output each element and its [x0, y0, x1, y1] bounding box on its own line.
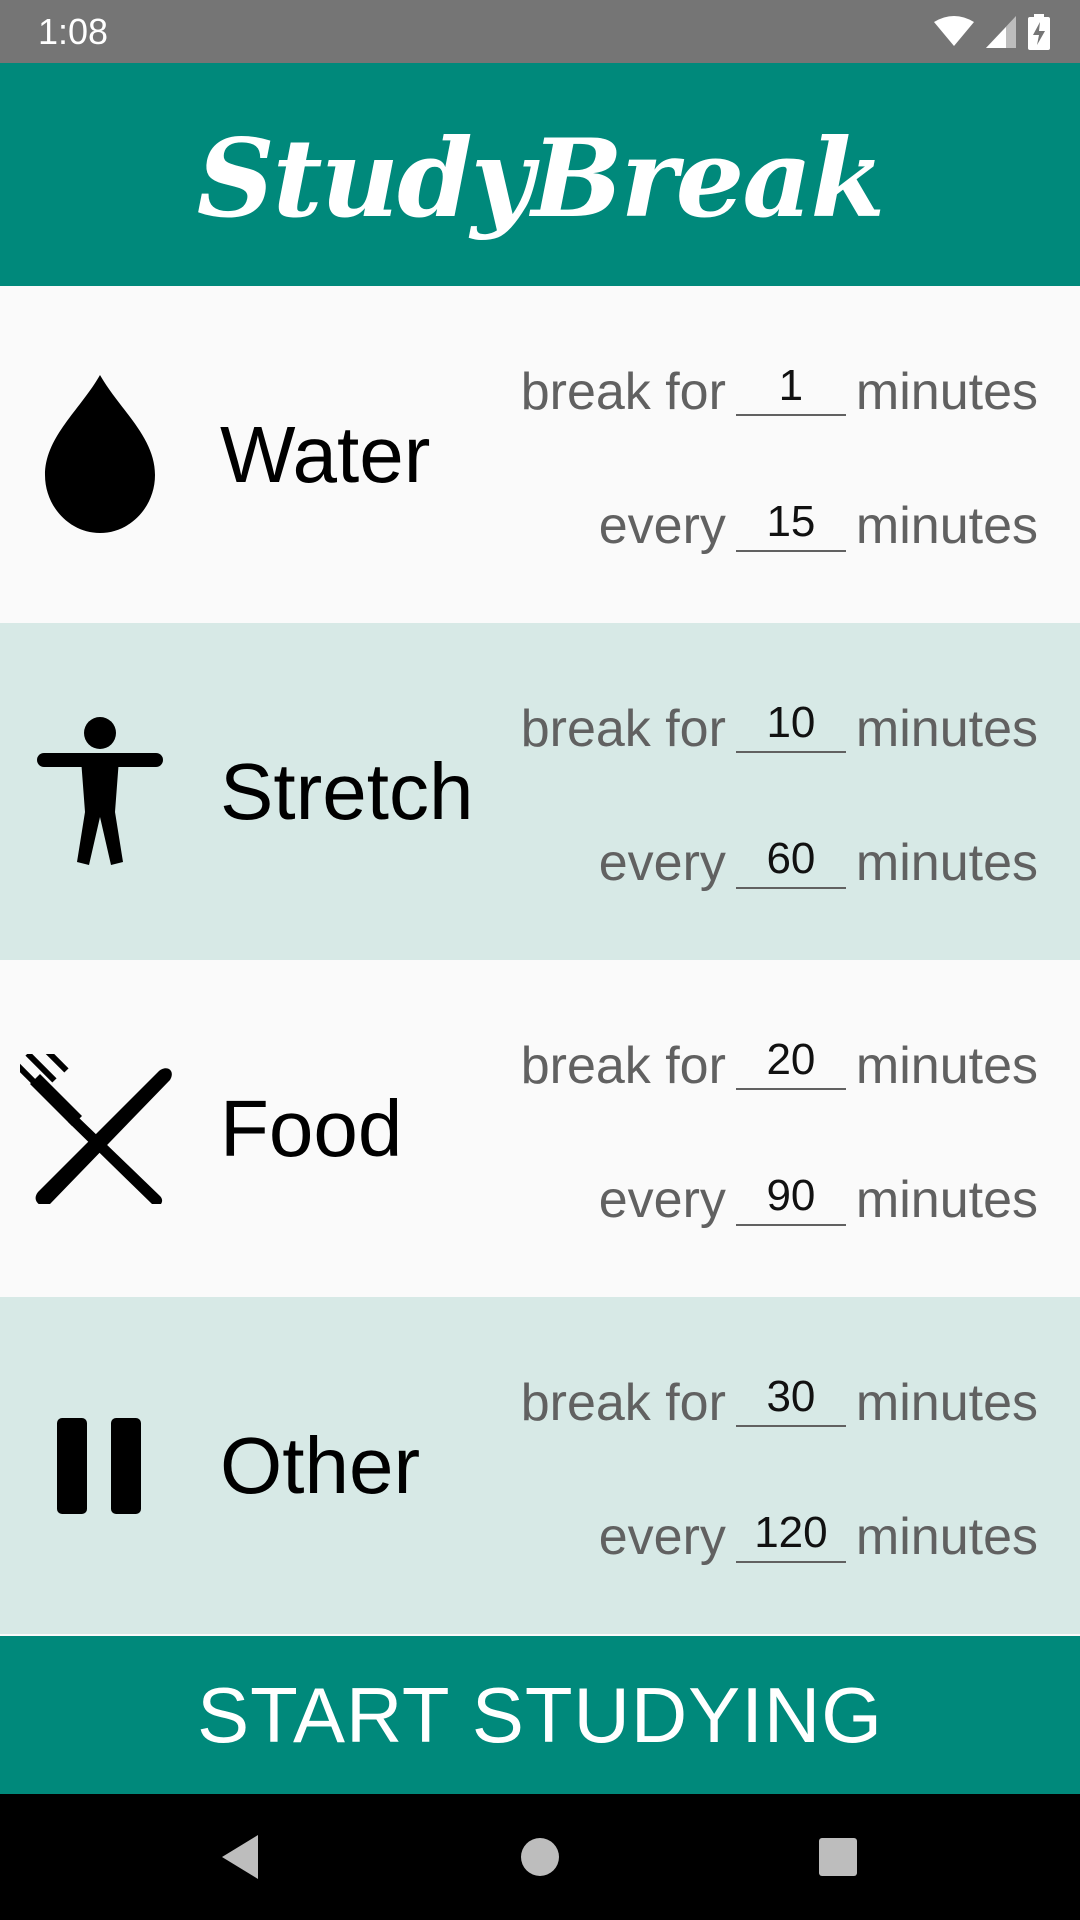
break-interval-line: every 15 minutes [599, 492, 1038, 552]
minutes-label: minutes [855, 497, 1038, 555]
break-for-label: break for [520, 1037, 726, 1095]
break-interval-input[interactable]: 60 [735, 837, 846, 889]
status-time: 1:08 [38, 11, 109, 52]
break-for-label: break for [520, 1374, 726, 1432]
start-studying-button[interactable]: START STUDYING [0, 1636, 1080, 1794]
break-for-label: break for [520, 700, 726, 758]
break-duration-input[interactable]: 1 [735, 364, 846, 416]
minutes-label: minutes [855, 1171, 1038, 1229]
back-button[interactable] [180, 1794, 300, 1920]
break-duration-input[interactable]: 10 [735, 701, 846, 753]
fork-knife-icon [20, 1049, 180, 1209]
home-button[interactable] [480, 1794, 600, 1920]
minutes-label: minutes [855, 700, 1038, 758]
person-stretch-icon [20, 712, 180, 872]
every-label: every [598, 1171, 726, 1229]
break-interval-input[interactable]: 90 [735, 1174, 846, 1226]
status-bar: 1:08 [0, 0, 1080, 63]
status-icons [934, 14, 1050, 50]
break-duration-line: break for 10 minutes [520, 695, 1038, 758]
app-header: StudyBreak [0, 63, 1080, 286]
break-interval-input[interactable]: 15 [735, 500, 846, 552]
battery-charging-icon [1028, 14, 1050, 50]
break-row-stretch: Stretch break for 10 minutes every 60 mi… [0, 623, 1080, 960]
break-name: Food [220, 1083, 403, 1173]
water-drop-icon [20, 374, 180, 535]
break-for-label: break for [520, 363, 726, 421]
pause-icon [20, 1386, 180, 1546]
break-duration-input[interactable]: 30 [735, 1375, 846, 1427]
break-duration-line: break for 30 minutes [520, 1369, 1038, 1432]
recents-square-icon [819, 1838, 857, 1876]
break-name: Water [220, 409, 431, 499]
break-interval-input[interactable]: 120 [735, 1511, 846, 1563]
break-interval-line: every 90 minutes [599, 1166, 1038, 1226]
break-duration-input[interactable]: 20 [735, 1038, 846, 1090]
back-triangle-icon [222, 1835, 258, 1879]
cell-signal-icon [986, 16, 1016, 48]
every-label: every [598, 1508, 726, 1566]
every-label: every [598, 834, 726, 892]
break-row-other: Other break for 30 minutes every 120 min… [0, 1297, 1080, 1634]
break-name: Other [220, 1420, 421, 1510]
minutes-label: minutes [855, 363, 1038, 421]
break-name: Stretch [220, 746, 474, 836]
break-interval-line: every 60 minutes [599, 829, 1038, 889]
every-label: every [598, 497, 726, 555]
break-row-water: Water break for 1 minutes every 15 minut… [0, 286, 1080, 623]
break-interval-line: every 120 minutes [599, 1503, 1038, 1563]
minutes-label: minutes [855, 1037, 1038, 1095]
app-title: StudyBreak [196, 115, 885, 242]
break-row-food: Food break for 20 minutes every 90 minut… [0, 960, 1080, 1297]
minutes-label: minutes [855, 1374, 1038, 1432]
minutes-label: minutes [855, 834, 1038, 892]
break-duration-line: break for 20 minutes [520, 1032, 1038, 1095]
recents-button[interactable] [778, 1794, 898, 1920]
wifi-icon [934, 16, 974, 46]
system-nav-bar [0, 1794, 1080, 1920]
home-circle-icon [521, 1838, 559, 1876]
break-duration-line: break for 1 minutes [520, 358, 1038, 421]
minutes-label: minutes [855, 1508, 1038, 1566]
